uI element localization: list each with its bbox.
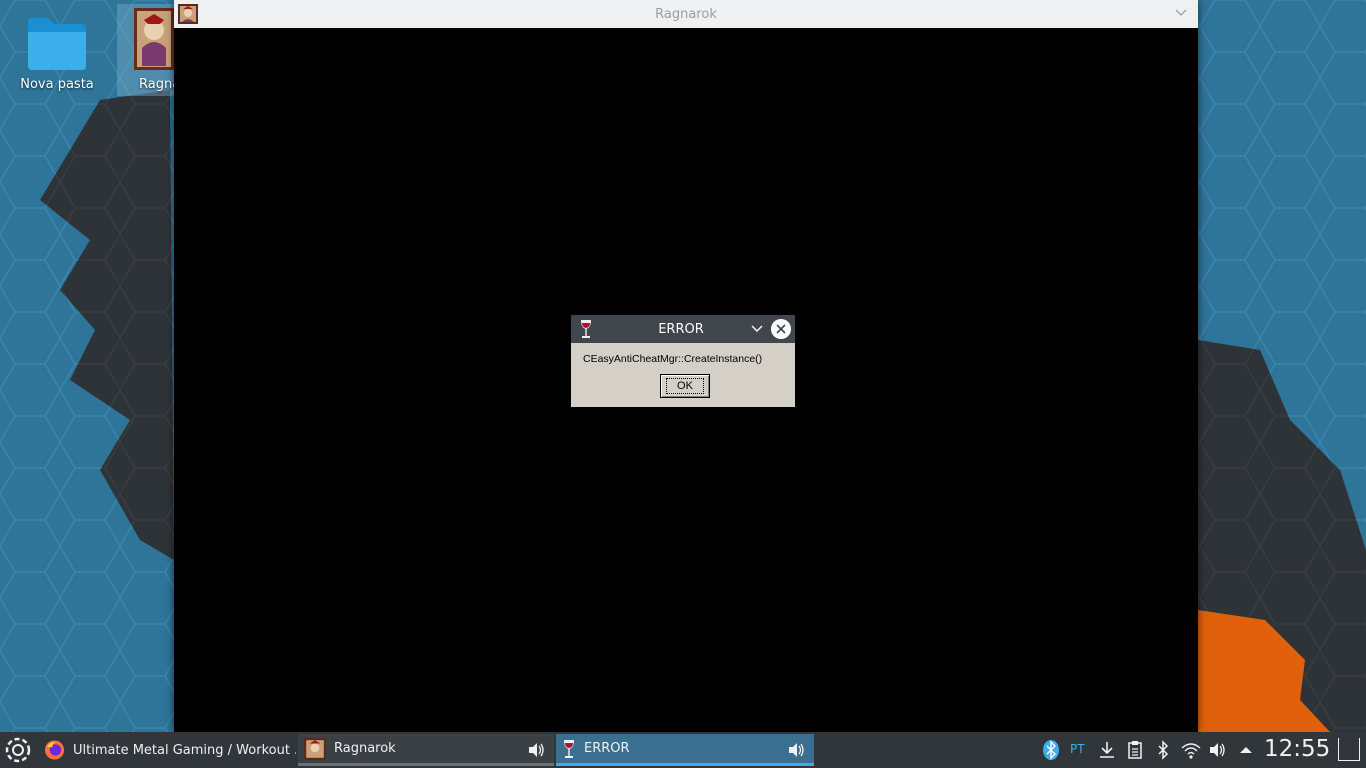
window-titlebar[interactable]: Ragnarok [174,0,1198,28]
desktop-icon-label: Nova pasta [20,77,94,92]
chevron-down-icon[interactable] [751,323,763,335]
app-launcher-icon[interactable] [4,736,32,764]
task-label: Ragnarok [334,741,396,756]
ragnarok-app-icon [134,8,174,70]
wifi-icon[interactable] [1180,740,1202,760]
desktop-icon-label: Ragnarok [139,77,177,92]
folder-icon [28,18,86,70]
close-icon[interactable] [771,319,791,339]
error-dialog[interactable]: ERROR CEasyAntiCheatMgr::CreateInstance(… [571,315,795,407]
clock[interactable]: 12:55 [1264,736,1330,762]
taskbar: Ultimate Metal Gaming / Workout ... Ragn… [0,732,1366,768]
speaker-icon[interactable] [528,742,546,758]
wine-glass-icon [564,739,574,758]
dialog-titlebar[interactable]: ERROR [571,315,795,343]
task-ragnarok[interactable]: Ragnarok [298,734,554,766]
download-icon[interactable] [1098,740,1116,760]
volume-icon[interactable] [1208,740,1228,760]
chevron-down-icon[interactable] [1174,6,1188,20]
ragnarok-app-icon [304,737,326,760]
chevron-up-icon[interactable] [1238,740,1254,760]
bluetooth-status-icon[interactable] [1042,740,1060,760]
ok-button[interactable]: OK [660,374,710,398]
task-error[interactable]: ERROR [556,734,814,766]
clipboard-icon[interactable] [1126,740,1144,760]
ok-button-label: OK [666,378,704,394]
task-label: Ultimate Metal Gaming / Workout ... [73,742,296,758]
keyboard-layout-indicator[interactable]: PT [1070,742,1085,756]
desktop-icon-nova-pasta[interactable]: Nova pasta [18,4,96,96]
bluetooth-icon[interactable] [1154,740,1172,760]
show-desktop-button[interactable] [1338,738,1360,761]
desktop-icon-ragnarok[interactable]: Ragnarok [117,4,177,96]
task-firefox[interactable]: Ultimate Metal Gaming / Workout ... [38,734,296,766]
task-label: ERROR [584,741,630,756]
dialog-message: CEasyAntiCheatMgr::CreateInstance() [583,353,763,365]
speaker-icon[interactable] [788,742,806,758]
window-title: Ragnarok [655,7,717,22]
firefox-icon [44,740,65,760]
